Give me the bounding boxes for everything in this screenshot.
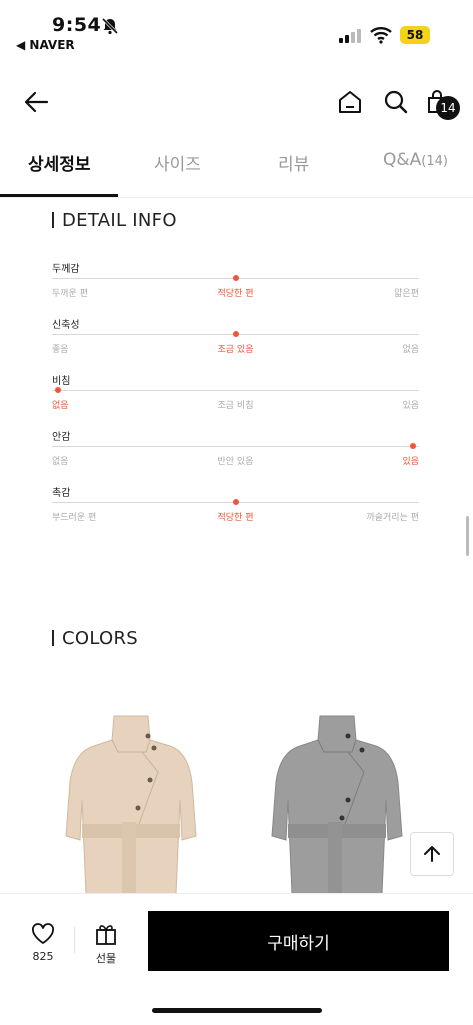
detail-row-track: [52, 390, 419, 391]
detail-row-option-right: 있음: [402, 457, 419, 467]
home-button[interactable]: [334, 86, 366, 118]
tab-detail-info[interactable]: 상세정보: [28, 150, 91, 175]
detail-row-marker: [410, 443, 416, 449]
gift-label: 선물: [95, 952, 117, 965]
detail-row-marker: [232, 275, 239, 281]
detail-row-option-right: 없음: [402, 345, 419, 355]
back-button[interactable]: [20, 86, 52, 118]
detail-info-title: DETAIL INFO: [52, 210, 177, 231]
arrow-left-icon: [24, 91, 49, 113]
detail-row-option-right: 있음: [402, 401, 419, 411]
like-button[interactable]: [28, 920, 58, 948]
heart-icon: [32, 923, 54, 944]
status-time: 9:54: [52, 14, 102, 36]
arrow-up-icon: [424, 846, 440, 862]
detail-row-option-right: 까슬거리는 편: [366, 513, 419, 523]
tab-divider: [0, 197, 473, 198]
detail-row-option-center: 적당한 편: [217, 289, 254, 299]
signal-icon: [339, 29, 361, 43]
tab-qna[interactable]: Q&A(14): [383, 150, 448, 170]
buy-button[interactable]: 구매하기: [148, 911, 449, 971]
detail-row-label: 두께감: [52, 264, 80, 275]
wifi-icon: [370, 27, 392, 44]
gift-icon: [96, 925, 116, 945]
detail-row-option-left: 없음: [52, 457, 69, 467]
detail-row-label: 비침: [52, 376, 71, 387]
home-indicator: [152, 1008, 322, 1013]
detail-row-option-center: 조금 비침: [217, 401, 254, 411]
detail-row-marker: [55, 387, 61, 393]
battery-indicator: 58: [400, 26, 430, 44]
product-image-beige-coat[interactable]: [62, 712, 198, 894]
detail-row-label: 안감: [52, 432, 71, 443]
bottom-divider: [74, 927, 75, 953]
detail-row-option-center: 적당한 편: [217, 513, 254, 523]
detail-row-option-left: 부드러운 편: [52, 513, 97, 523]
detail-row-option-right: 얇은편: [394, 289, 419, 299]
gift-button[interactable]: [92, 920, 120, 948]
search-button[interactable]: [380, 86, 412, 118]
tab-qna-label: Q&A: [383, 150, 422, 170]
tab-size[interactable]: 사이즈: [154, 150, 201, 175]
detail-row-option-left: 좋음: [52, 345, 69, 355]
detail-row-option-left: 없음: [52, 401, 69, 411]
scroll-indicator[interactable]: [466, 516, 469, 556]
detail-row-marker: [232, 499, 239, 505]
back-to-app[interactable]: ◀ NAVER: [16, 38, 75, 52]
detail-row-option-left: 두꺼운 편: [52, 289, 88, 299]
colors-title: COLORS: [52, 628, 138, 649]
tab-review[interactable]: 리뷰: [278, 150, 309, 175]
home-icon: [339, 91, 361, 113]
detail-row-label: 촉감: [52, 488, 71, 499]
detail-row-option-center: 반안 있음: [217, 457, 254, 467]
detail-row-track: [52, 446, 419, 447]
detail-row-option-center: 조금 있음: [217, 345, 254, 355]
product-image-gray-coat[interactable]: [268, 712, 404, 894]
bell-muted-icon: [101, 17, 119, 35]
detail-row-label: 신축성: [52, 320, 80, 331]
search-icon: [384, 90, 408, 114]
tab-qna-count: (14): [421, 154, 448, 169]
detail-row-marker: [232, 331, 239, 337]
scroll-to-top-button[interactable]: [410, 832, 454, 876]
cart-count-badge: 14: [436, 96, 460, 120]
